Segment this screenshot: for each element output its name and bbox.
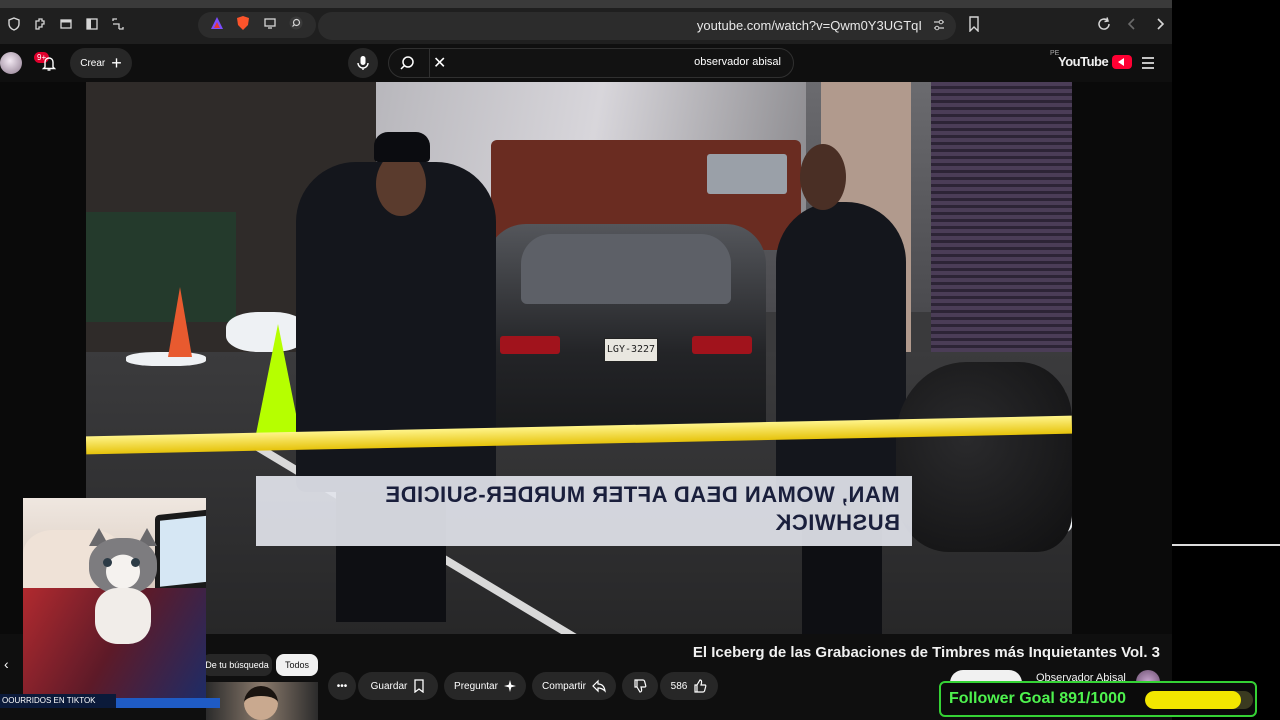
back-icon[interactable] — [1150, 14, 1170, 34]
save-label: Guardar — [370, 680, 408, 692]
account-avatar[interactable] — [0, 52, 22, 74]
news-lower-third: MAN, WOMAN DEAD AFTER MURDER-SUICIDE BUS… — [256, 476, 912, 546]
notification-bell-icon[interactable] — [38, 52, 60, 74]
brave-shield-icon[interactable] — [235, 15, 251, 36]
kitten-body — [95, 588, 151, 644]
dislike-button[interactable] — [622, 672, 658, 700]
kitten-eye — [131, 558, 140, 567]
like-button[interactable]: 586 — [660, 672, 718, 700]
save-button[interactable]: Guardar — [358, 672, 438, 700]
more-icon: ••• — [336, 680, 348, 692]
webcam-caption: OOURRIDOS EN TIKTOK — [0, 694, 116, 708]
search-divider — [429, 49, 430, 77]
forward-icon[interactable] — [1122, 14, 1142, 34]
like-count: 586 — [670, 680, 688, 692]
browser-nav — [1094, 14, 1170, 34]
create-label: Crear — [80, 57, 106, 69]
shield-icon[interactable] — [4, 14, 24, 34]
chevron-left-icon[interactable]: ‹ — [4, 656, 9, 672]
zoom-icon[interactable] — [288, 15, 304, 36]
bookmark-icon[interactable] — [964, 14, 984, 34]
microphone-icon — [357, 56, 369, 70]
video-player[interactable]: LGY-3227 MAN, WOMAN DEAD AFTER MURDER-SU… — [86, 82, 1072, 634]
outer-black-area — [1172, 0, 1280, 720]
webcam-caption-bar — [116, 698, 220, 708]
follower-goal-bar — [1145, 691, 1253, 709]
voice-search-button[interactable] — [348, 48, 378, 78]
right-margin — [1072, 82, 1172, 634]
kitten — [81, 528, 165, 648]
ask-button[interactable]: Preguntar — [444, 672, 526, 700]
reload-icon[interactable] — [1094, 14, 1114, 34]
laptop-screen — [160, 515, 206, 587]
extension-group — [198, 12, 316, 38]
officer-cap — [374, 132, 430, 162]
search-bar[interactable]: ✕ observador abisal — [388, 48, 794, 78]
parked-car: LGY-3227 — [486, 224, 766, 439]
chip-from-search[interactable]: De tu búsqueda — [202, 654, 272, 676]
menu-icon[interactable] — [1140, 56, 1156, 75]
traffic-cone-green — [256, 324, 300, 434]
divider-line — [1172, 544, 1280, 546]
car-windshield — [521, 234, 731, 304]
cast-icon[interactable] — [263, 16, 277, 35]
share-icon — [592, 679, 606, 693]
tab-group-icon[interactable] — [56, 14, 76, 34]
traffic-cone-orange — [168, 287, 192, 357]
share-button[interactable]: Compartir — [532, 672, 616, 700]
license-plate: LGY-3227 — [604, 338, 658, 362]
clear-search-icon[interactable]: ✕ — [433, 53, 446, 73]
search-icon[interactable] — [399, 55, 415, 76]
headline-line-1: MAN, WOMAN DEAD AFTER MURDER-SUICIDE — [385, 482, 900, 507]
ask-label: Preguntar — [454, 680, 498, 692]
sparkle-icon — [503, 680, 516, 692]
snow-pile — [126, 352, 206, 366]
recommended-thumbnail[interactable] — [206, 682, 318, 720]
officer-head — [800, 144, 846, 210]
screenshot-icon[interactable] — [108, 14, 128, 34]
graffiti-shutter — [931, 82, 1072, 372]
thumbs-down-icon — [634, 679, 647, 693]
extensions-icon[interactable] — [30, 14, 50, 34]
sidebar-icon[interactable] — [82, 14, 102, 34]
save-icon — [414, 679, 424, 693]
search-input[interactable]: observador abisal — [694, 56, 781, 68]
truck-window — [707, 154, 787, 194]
chip-all[interactable]: Todos — [276, 654, 318, 676]
address-bar[interactable]: youtube.com/watch?v=Qwm0Y3UGTqI — [318, 12, 956, 40]
green-truck — [86, 212, 236, 322]
tail-light-left — [500, 336, 560, 354]
logo-text: YouTube — [1058, 54, 1109, 69]
follower-goal-fill — [1145, 691, 1242, 709]
url-text: youtube.com/watch?v=Qwm0Y3UGTqI — [696, 18, 922, 33]
thumbnail-face — [244, 686, 278, 720]
more-actions-button[interactable]: ••• — [328, 672, 356, 700]
garbage-bags — [896, 362, 1072, 552]
region-label: PE — [1050, 50, 1060, 57]
browser-left-icons — [4, 14, 128, 34]
police-officer-right — [776, 144, 906, 634]
play-logo-icon — [1112, 54, 1133, 69]
thumbs-up-icon — [694, 679, 707, 693]
browser-toolbar: youtube.com/watch?v=Qwm0Y3UGTqI — [0, 0, 1172, 44]
follower-goal-widget: Follower Goal 891/1000 — [939, 681, 1257, 717]
kitten-head — [89, 538, 157, 594]
webcam-overlay — [23, 498, 206, 700]
tail-light-right — [692, 336, 752, 354]
video-title: El Iceberg de las Grabaciones de Timbres… — [692, 644, 1160, 661]
kitten-eye — [103, 558, 112, 567]
create-button[interactable]: Crear + — [70, 48, 132, 78]
follower-goal-label: Follower Goal 891/1000 — [949, 690, 1126, 707]
youtube-header: 9+ Crear + ✕ observador abisal PE YouTub… — [0, 44, 1172, 82]
headline-line-2: BUSHWICK — [775, 510, 900, 535]
site-settings-icon[interactable] — [932, 18, 946, 35]
youtube-logo[interactable]: PE YouTube — [1050, 50, 1133, 69]
proton-extension-icon[interactable] — [210, 16, 224, 35]
share-label: Compartir — [542, 680, 586, 692]
plus-icon: + — [111, 53, 122, 73]
